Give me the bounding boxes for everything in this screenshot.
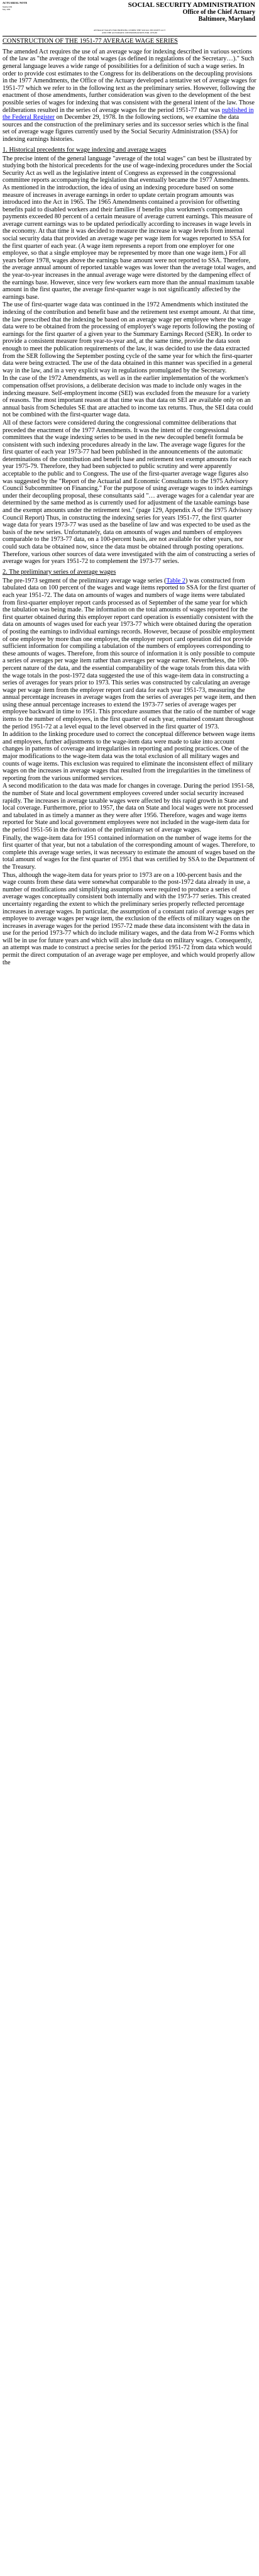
body-paragraph: A second modification to the data was ma… <box>3 783 255 834</box>
subtitle-line: AND THE AUTOMATIC DETERMINATIONS FOR 197… <box>101 31 158 35</box>
paragraph-text: The pre-1973 segment of the preliminary … <box>3 577 167 584</box>
body-paragraph: In addition to the linking procedure use… <box>3 731 255 782</box>
body-paragraph: The use of first-quarter wage data was c… <box>3 301 255 374</box>
note-label: ACTUARIAL NOTE <box>3 1 28 4</box>
agency-location: Baltimore, Maryland <box>198 16 255 23</box>
paragraph-text: The amended Act requires the use of an a… <box>3 48 256 114</box>
document-page: ACTUARIAL NOTE Number 999 May 1980 SOCIA… <box>0 0 259 971</box>
body-paragraph: The precise intent of the general langua… <box>3 155 256 301</box>
document-title: CONSTRUCTION OF THE 1951-77 AVERAGE WAGE… <box>3 37 178 45</box>
body-paragraph: All of these factors were considered dur… <box>3 419 256 566</box>
section-heading-historical: 1. Historical precedents for wage indexi… <box>3 146 167 153</box>
section-heading-preliminary: 2. The preliminary series of average wag… <box>3 568 116 576</box>
paragraph-text: ) was constructed from tabulated data on… <box>3 577 256 730</box>
agency-block: SOCIAL SECURITY ADMINISTRATION Office of… <box>128 1 255 23</box>
document-header: ACTUARIAL NOTE Number 999 May 1980 SOCIA… <box>3 1 256 29</box>
body-paragraph: Finally, the wage-item data for 1951 con… <box>3 834 255 871</box>
document-subtitle: AVERAGE WAGES FOR INDEXING UNDER THE SOC… <box>3 29 256 35</box>
note-meta: Number 999 May 1980 <box>3 6 12 11</box>
body-paragraph: Thus, although the wage-item data for ye… <box>3 871 255 966</box>
body-paragraph: The pre-1973 segment of the preliminary … <box>3 577 256 730</box>
intro-paragraph: The amended Act requires the use of an a… <box>3 48 256 143</box>
agency-office: Office of the Chief Actuary <box>182 9 255 16</box>
body-paragraph: In the case of the 1972 Amendments, as w… <box>3 375 253 419</box>
note-date: May 1980 <box>3 8 11 11</box>
agency-name: SOCIAL SECURITY ADMINISTRATION <box>128 1 255 9</box>
table-2-link[interactable]: Table 2 <box>166 577 185 584</box>
